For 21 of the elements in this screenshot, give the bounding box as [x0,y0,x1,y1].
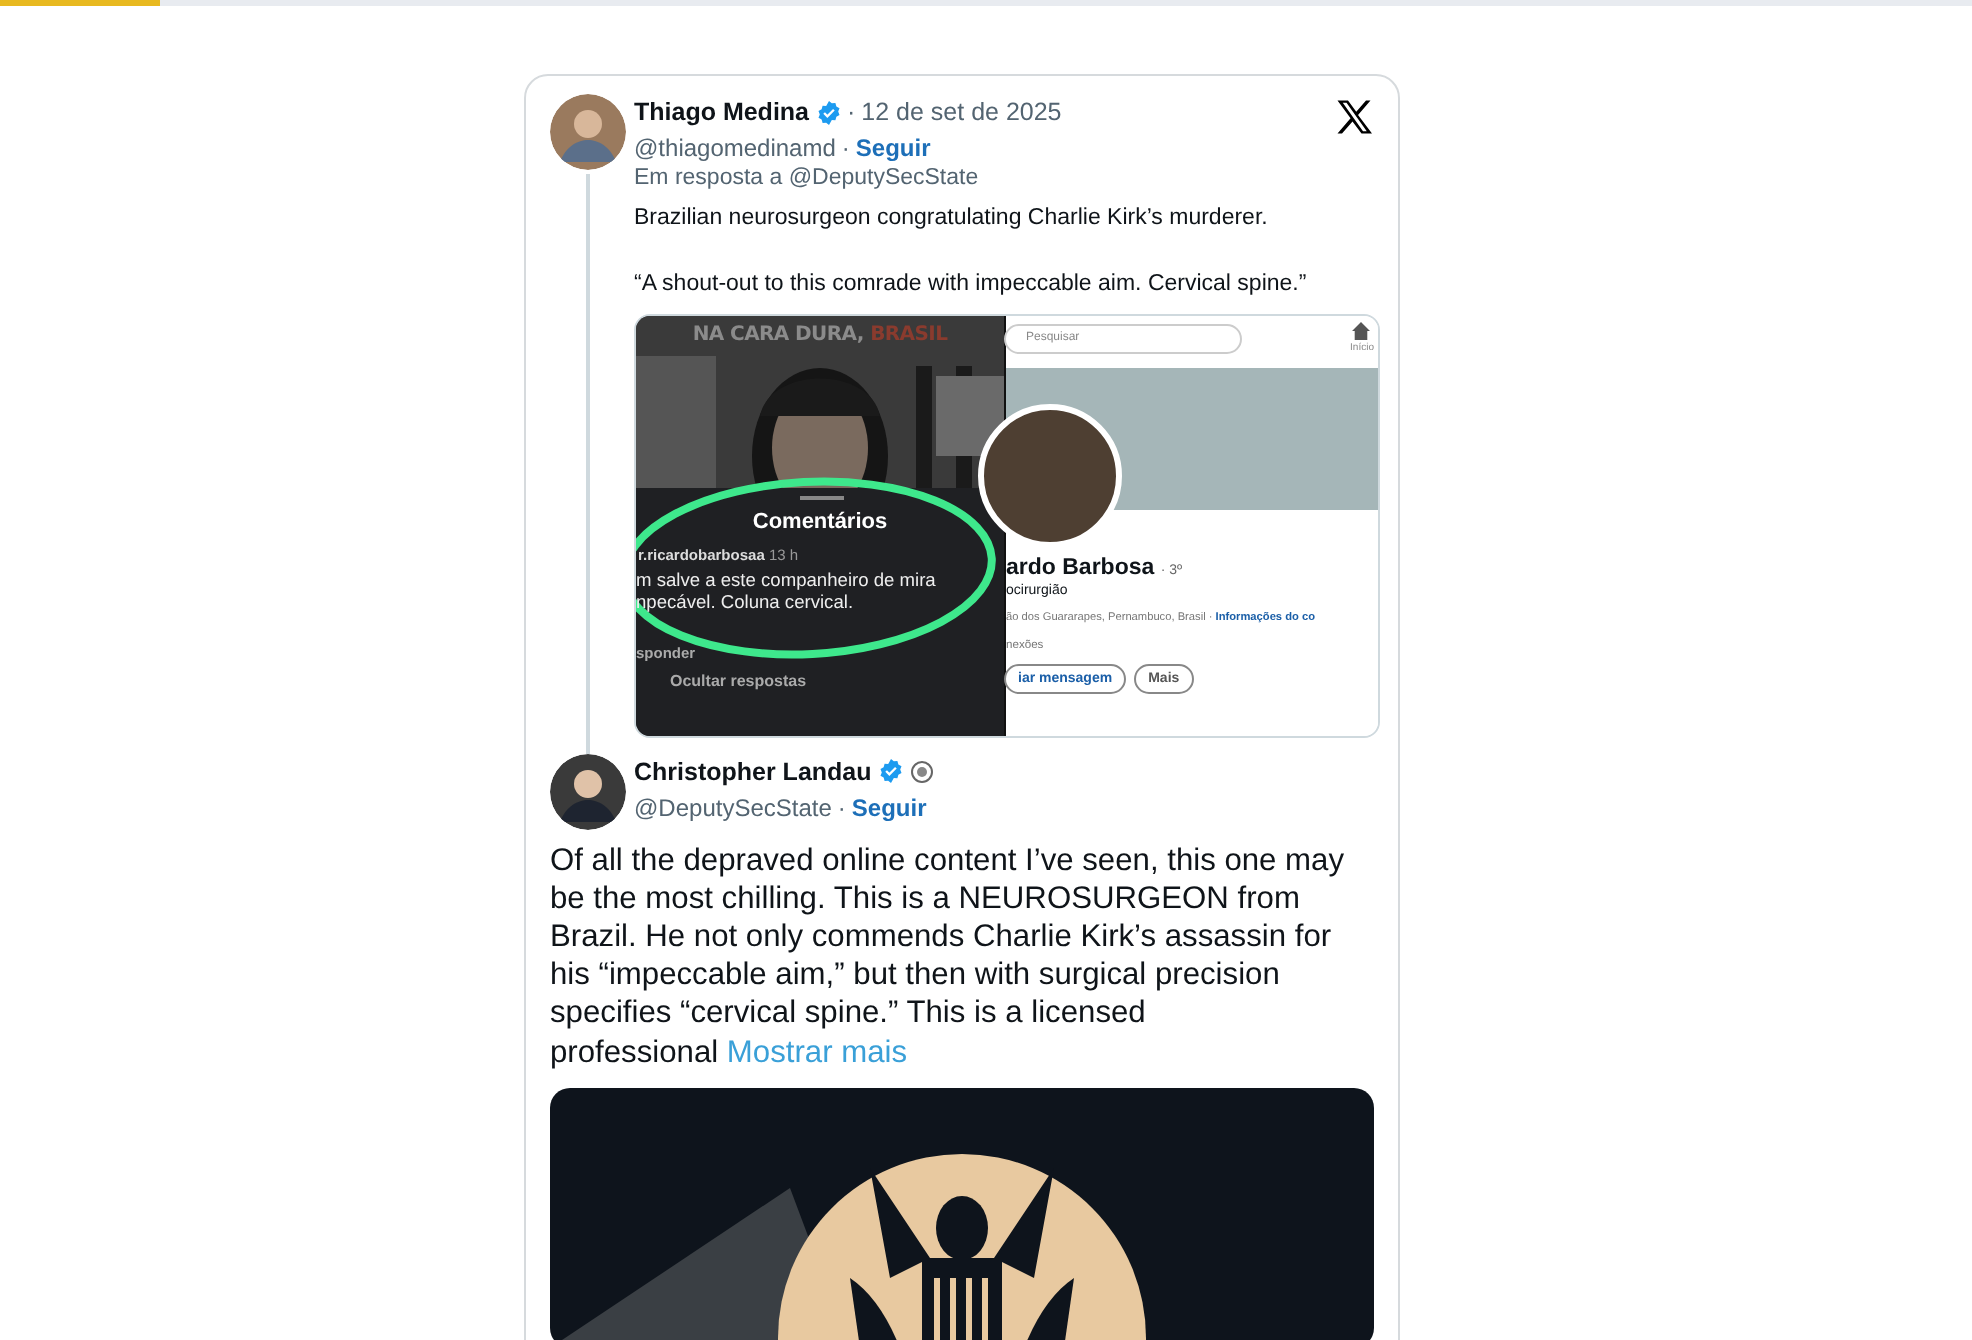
user-handle: @DeputySecState [634,793,832,821]
separator-dot: · [841,134,850,162]
separator-dot: · [837,793,846,821]
post-text: Brazilian neurosurgeon congratulating Charlie Kirk’s murderer. “A shout-out to this comrade with impeccable aim. Cervical spine.” [634,204,1309,300]
panel-title: Comentários [750,509,890,533]
post-text: Of all the depraved online content I’ve seen, this one may be the most chilling. This is a NEUROSURGEON from Brazil. He not only commends Charlie Kirk’s assassin for his “impeccable aim,” but then with surgical precision specifies “cervical spine.” This is a licensed professional Mostrar mais [550,841,1347,1072]
banner-title: NA CARA DURA, BRASIL [690,323,950,345]
avatar-icon[interactable] [550,753,626,829]
comment-text: m salve a este companheiro de mira npecável. Coluna cervical. [636,569,936,615]
user-handle: @thiagomedinamd [634,134,836,162]
home-icon[interactable] [1352,321,1370,339]
author-name[interactable]: Thiago Medina [634,98,809,126]
reply-context: Em resposta a @DeputySecState [634,166,981,194]
post-date: 12 de set de 2025 [861,98,1062,126]
follow-link[interactable]: Seguir [855,134,931,162]
drag-handle[interactable] [800,495,844,499]
x-logo-icon[interactable] [1336,100,1372,134]
hide-replies-link[interactable]: Ocultar respostas [670,671,807,689]
author-name[interactable]: Christopher Landau [634,757,872,785]
follow-link[interactable]: Seguir [851,793,927,821]
separator-dot: · [847,98,856,126]
